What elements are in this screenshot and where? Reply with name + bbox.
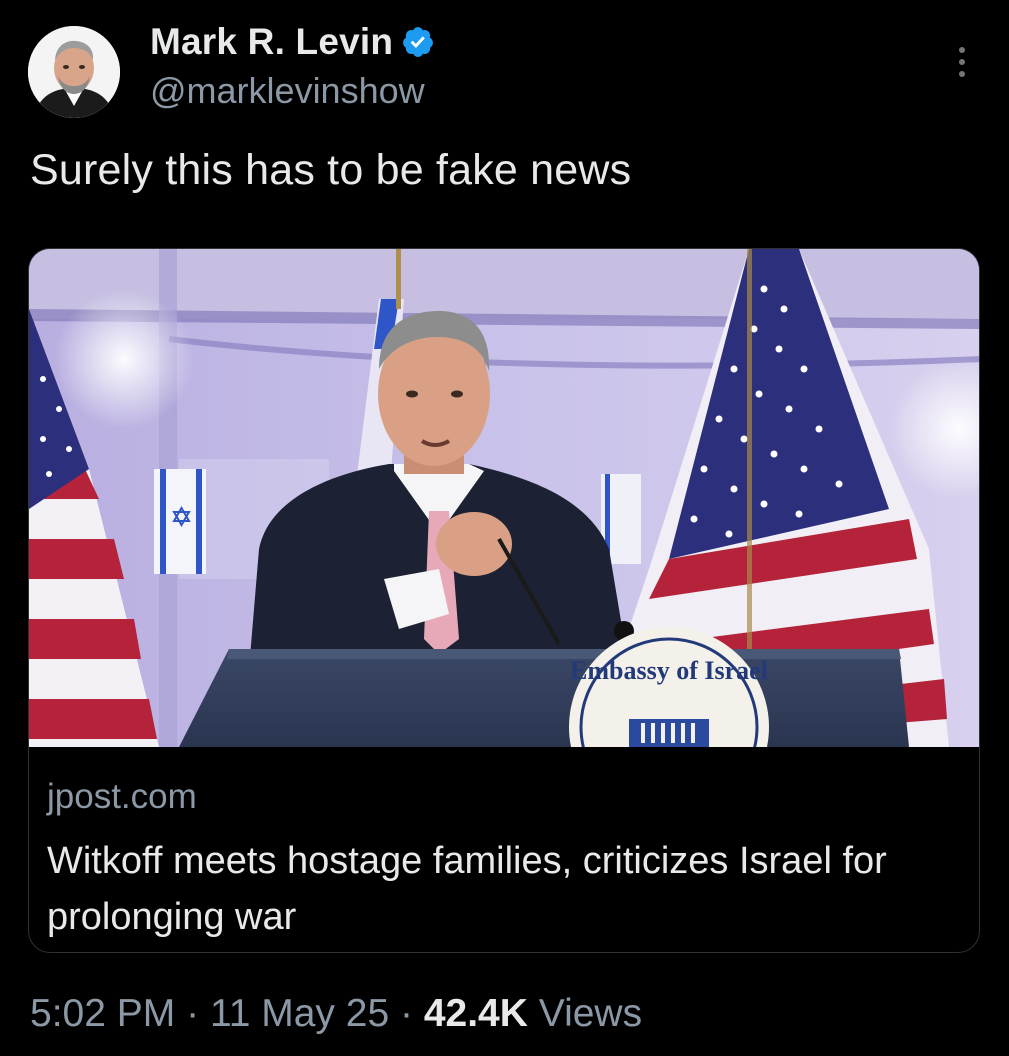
tweet-date[interactable]: 11 May 25: [210, 992, 389, 1035]
verified-badge-icon[interactable]: [401, 25, 435, 59]
author-display-name[interactable]: Mark R. Levin: [150, 21, 393, 63]
tweet-text: Surely this has to be fake news: [30, 146, 632, 194]
meta-separator: ·: [400, 992, 413, 1035]
meta-separator: ·: [186, 992, 200, 1035]
card-title[interactable]: Witkoff meets hostage families, criticiz…: [47, 833, 947, 945]
avatar[interactable]: [28, 26, 120, 118]
tweet-time[interactable]: 5:02 PM: [30, 992, 175, 1035]
more-options-icon[interactable]: [950, 44, 974, 80]
tweet-meta: 5:02 PM · 11 May 25 · 42.4K Views: [30, 992, 642, 1036]
views-count[interactable]: 42.4K: [424, 992, 528, 1035]
podium-seal-text: Embassy of Israel: [570, 656, 768, 685]
card-domain[interactable]: jpost.com: [47, 777, 197, 817]
card-image[interactable]: Embassy of Israel: [29, 249, 979, 827]
author-name-row: Mark R. Levin: [150, 18, 435, 66]
author-handle[interactable]: @marklevinshow: [150, 70, 425, 112]
link-card[interactable]: Embassy of Israel jpost.com Witkoff meet…: [28, 248, 980, 953]
views-label: Views: [538, 992, 643, 1035]
